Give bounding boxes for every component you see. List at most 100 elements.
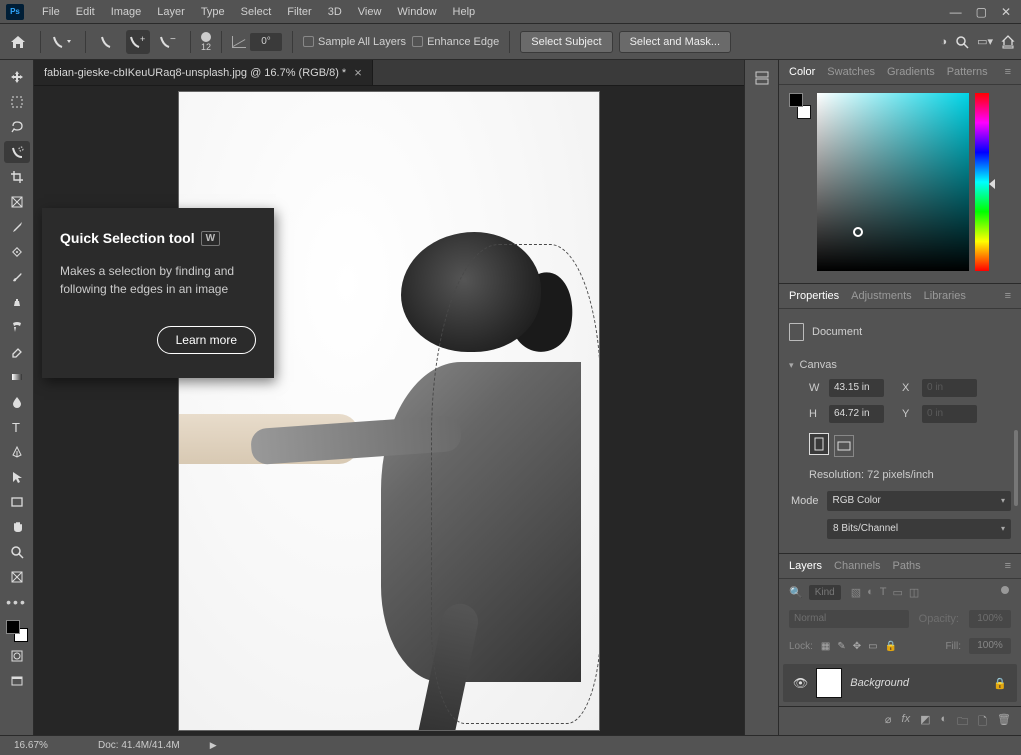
lasso-tool[interactable] — [4, 116, 30, 138]
layer-mask-icon[interactable]: ◩ — [920, 713, 930, 732]
lock-image-icon[interactable]: ✎ — [837, 641, 845, 652]
screen-mode[interactable] — [4, 670, 30, 692]
tab-libraries[interactable]: Libraries — [924, 290, 966, 302]
home-icon[interactable] — [6, 30, 30, 54]
panel-fg-bg-color[interactable] — [789, 93, 811, 119]
width-value-input[interactable]: 43.15 in — [829, 379, 884, 397]
menu-image[interactable]: Image — [103, 6, 150, 18]
new-fill-adjustment-icon[interactable]: ◐ — [941, 713, 948, 732]
menu-layer[interactable]: Layer — [149, 6, 193, 18]
panel-menu-icon[interactable]: ≡ — [1005, 66, 1011, 78]
pen-tool[interactable] — [4, 441, 30, 463]
crop-tool[interactable] — [4, 166, 30, 188]
link-layers-icon[interactable]: ⌀ — [885, 713, 892, 732]
canvas-section-header[interactable]: ▾ Canvas — [779, 355, 1021, 375]
tab-paths[interactable]: Paths — [893, 560, 921, 572]
tab-properties[interactable]: Properties — [789, 290, 839, 302]
filter-pixel-icon[interactable]: ▧ — [851, 586, 861, 599]
brush-size-preset[interactable]: 12 — [201, 32, 211, 52]
hue-slider[interactable] — [975, 93, 989, 271]
close-tab-icon[interactable]: × — [354, 65, 362, 80]
canvas-viewport[interactable]: Quick Selection tool W Makes a selection… — [34, 86, 744, 735]
zoom-tool[interactable] — [4, 541, 30, 563]
bit-depth-select[interactable]: 8 Bits/Channel — [827, 519, 1011, 539]
filter-kind-select[interactable]: Kind — [809, 585, 841, 600]
panel-fg-swatch[interactable] — [789, 93, 803, 107]
sample-all-layers-checkbox[interactable]: Sample All Layers — [303, 36, 406, 48]
artboard-tool[interactable] — [4, 566, 30, 588]
filter-adjustment-icon[interactable]: ◐ — [867, 586, 874, 599]
panel-menu-icon[interactable]: ≡ — [1005, 290, 1011, 302]
visibility-eye-icon[interactable]: 👁 — [793, 676, 808, 690]
tab-adjustments[interactable]: Adjustments — [851, 290, 912, 302]
color-picker-ring[interactable] — [853, 227, 863, 237]
opacity-value[interactable]: 100% — [969, 610, 1011, 628]
tab-layers[interactable]: Layers — [789, 560, 822, 572]
height-value-input[interactable]: 64.72 in — [829, 405, 884, 423]
zoom-level[interactable]: 16.67% — [0, 740, 70, 751]
menu-filter[interactable]: Filter — [279, 6, 319, 18]
cloud-docs-icon[interactable]: ◑ — [940, 36, 947, 48]
tab-swatches[interactable]: Swatches — [827, 66, 875, 78]
brush-tool[interactable] — [4, 266, 30, 288]
edit-toolbar[interactable]: ••• — [4, 591, 30, 613]
brush-angle[interactable]: 0° — [232, 33, 282, 51]
marquee-tool[interactable] — [4, 91, 30, 113]
filter-smart-icon[interactable]: ◫ — [909, 586, 919, 599]
share-icon[interactable] — [1001, 35, 1015, 49]
panel-bg-swatch[interactable] — [797, 105, 811, 119]
document-tab[interactable]: fabian-gieske-cbIKeuURaq8-unsplash.jpg @… — [34, 60, 373, 85]
subtract-from-selection-icon[interactable]: − — [156, 30, 180, 54]
learn-more-button[interactable]: Learn more — [157, 326, 256, 354]
properties-scrollbar[interactable] — [1014, 430, 1018, 506]
menu-edit[interactable]: Edit — [68, 6, 103, 18]
delete-layer-icon[interactable]: 🗑 — [997, 713, 1011, 732]
rectangle-tool[interactable] — [4, 491, 30, 513]
new-layer-icon[interactable]: 🗋 — [978, 713, 987, 732]
frame-tool[interactable] — [4, 191, 30, 213]
layer-style-icon[interactable]: fx — [902, 713, 911, 732]
tool-preset-icon[interactable] — [51, 30, 75, 54]
select-and-mask-button[interactable]: Select and Mask... — [619, 31, 732, 53]
type-tool[interactable]: T — [4, 416, 30, 438]
search-icon[interactable] — [955, 35, 969, 49]
tab-channels[interactable]: Channels — [834, 560, 880, 572]
clone-stamp-tool[interactable] — [4, 291, 30, 313]
menu-window[interactable]: Window — [389, 6, 444, 18]
history-panel-icon[interactable] — [754, 70, 770, 86]
doc-size-info[interactable]: Doc: 41.4M/41.4M — [70, 740, 180, 751]
hand-tool[interactable] — [4, 516, 30, 538]
eraser-tool[interactable] — [4, 341, 30, 363]
quick-mask-mode[interactable] — [4, 645, 30, 667]
gradient-tool[interactable] — [4, 366, 30, 388]
filter-shape-icon[interactable]: ▭ — [893, 586, 903, 599]
menu-help[interactable]: Help — [445, 6, 484, 18]
tab-gradients[interactable]: Gradients — [887, 66, 935, 78]
filter-toggle[interactable] — [1001, 586, 1011, 600]
history-brush-tool[interactable] — [4, 316, 30, 338]
tab-color[interactable]: Color — [789, 66, 815, 78]
panel-menu-icon[interactable]: ≡ — [1005, 560, 1011, 572]
filter-search-icon[interactable]: 🔍 — [789, 586, 803, 599]
layer-thumbnail[interactable] — [816, 668, 842, 698]
tab-patterns[interactable]: Patterns — [947, 66, 988, 78]
portrait-orientation-button[interactable] — [809, 433, 829, 455]
move-tool[interactable] — [4, 66, 30, 88]
angle-value[interactable]: 0° — [250, 33, 282, 51]
lock-all-icon[interactable]: 🔒 — [885, 641, 897, 652]
add-to-selection-icon[interactable]: + — [126, 30, 150, 54]
new-selection-icon[interactable] — [96, 30, 120, 54]
menu-3d[interactable]: 3D — [320, 6, 350, 18]
layer-row-background[interactable]: 👁 Background 🔒 — [783, 664, 1017, 702]
locked-icon[interactable]: 🔒 — [993, 677, 1007, 690]
status-popup-icon[interactable]: ▶ — [180, 740, 217, 751]
landscape-orientation-button[interactable] — [834, 435, 854, 457]
close-icon[interactable]: ✕ — [1001, 5, 1011, 19]
new-group-icon[interactable]: 🗀 — [957, 713, 968, 732]
foreground-color-swatch[interactable] — [6, 620, 20, 634]
minimize-icon[interactable]: — — [950, 5, 962, 19]
menu-select[interactable]: Select — [233, 6, 280, 18]
fill-value[interactable]: 100% — [969, 638, 1011, 654]
layer-name[interactable]: Background — [850, 677, 909, 689]
maximize-icon[interactable]: ▢ — [976, 5, 987, 19]
